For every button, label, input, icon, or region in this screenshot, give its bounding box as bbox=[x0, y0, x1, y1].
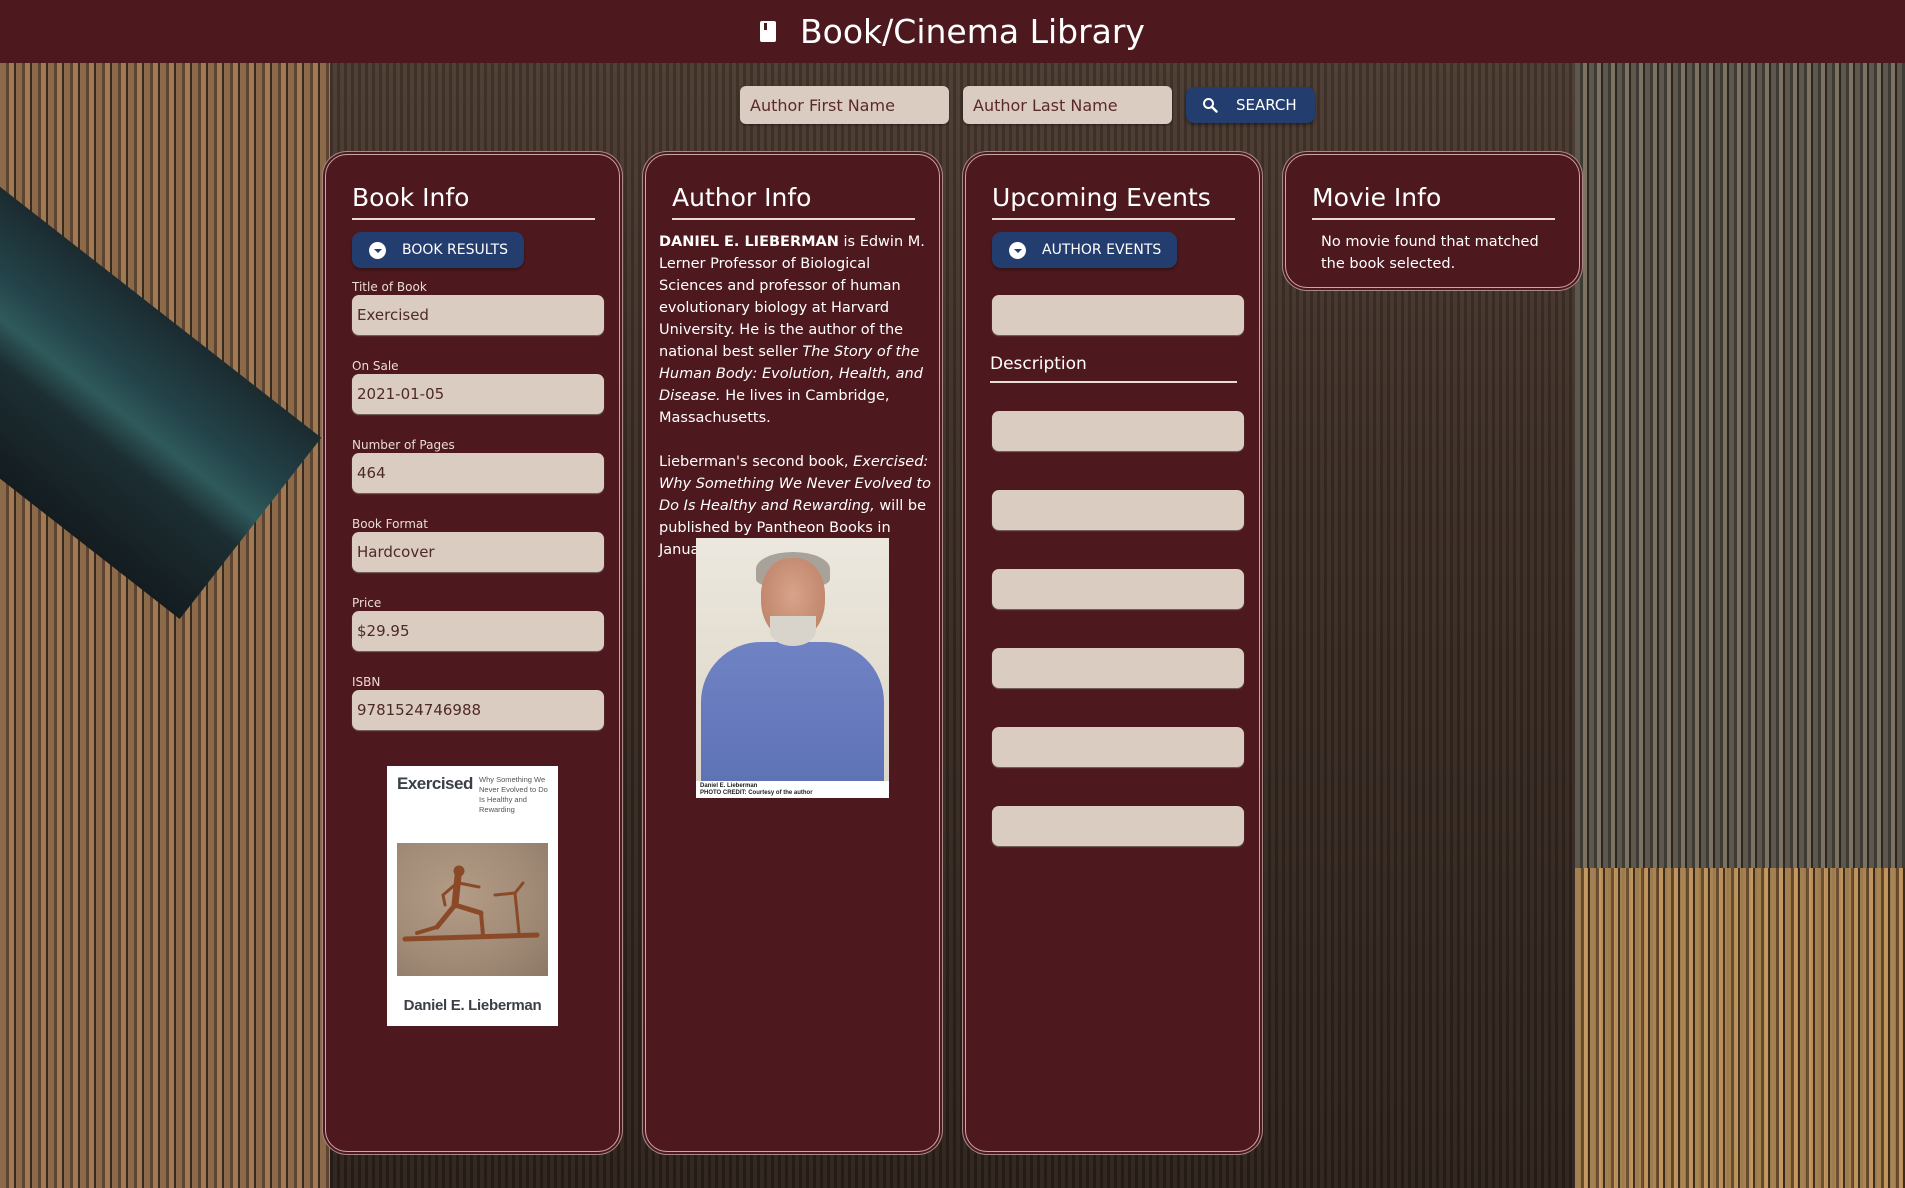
movie-not-found-message: No movie found that matched the book sel… bbox=[1321, 234, 1539, 272]
bio-paragraph-1: DANIEL E. LIEBERMAN is Edwin M. Lerner P… bbox=[659, 231, 931, 429]
description-field[interactable] bbox=[992, 411, 1244, 451]
author-last-name-input[interactable] bbox=[963, 86, 1172, 124]
format-field[interactable]: Hardcover bbox=[352, 532, 604, 572]
bio-text: is Edwin M. Lerner Professor of Biologic… bbox=[659, 234, 925, 360]
event-field[interactable] bbox=[992, 295, 1244, 335]
upcoming-events-panel: Upcoming Events AUTHOR EVENTS Descriptio… bbox=[965, 154, 1260, 1152]
author-events-label: AUTHOR EVENTS bbox=[1042, 242, 1162, 258]
title-field[interactable]: Exercised bbox=[352, 295, 604, 335]
author-events-button[interactable]: AUTHOR EVENTS bbox=[992, 232, 1178, 268]
cover-artwork bbox=[397, 843, 548, 976]
author-photo: Daniel E. Lieberman PHOTO CREDIT: Courte… bbox=[696, 538, 889, 798]
price-field[interactable]: $29.95 bbox=[352, 611, 604, 651]
field-label-on-sale: On Sale bbox=[352, 359, 399, 373]
field-label-isbn: ISBN bbox=[352, 675, 381, 689]
description-field[interactable] bbox=[992, 727, 1244, 767]
author-name: DANIEL E. LIEBERMAN bbox=[659, 234, 839, 250]
book-info-panel: Book Info BOOK RESULTS Title of Book Exe… bbox=[325, 154, 620, 1152]
photo-background bbox=[696, 538, 889, 781]
field-label-format: Book Format bbox=[352, 517, 428, 531]
field-label-price: Price bbox=[352, 596, 382, 610]
cover-subtitle: Why Something We Never Evolved to Do Is … bbox=[479, 775, 548, 814]
photo-caption-name: Daniel E. Lieberman bbox=[700, 783, 758, 789]
description-field[interactable] bbox=[992, 648, 1244, 688]
app-header: Book/Cinema Library bbox=[0, 0, 1905, 63]
search-bar: SEARCH bbox=[740, 86, 1315, 124]
photo-shirt bbox=[701, 642, 884, 781]
field-label-title: Title of Book bbox=[352, 280, 427, 294]
movie-info-title: Movie Info bbox=[1312, 183, 1555, 220]
library-background bbox=[0, 63, 1905, 1188]
on-sale-field[interactable]: 2021-01-05 bbox=[352, 374, 604, 414]
description-heading: Description bbox=[990, 354, 1237, 383]
field-label-pages: Number of Pages bbox=[352, 438, 455, 452]
description-field[interactable] bbox=[992, 806, 1244, 846]
cover-title: Exercised bbox=[397, 774, 473, 793]
events-title: Upcoming Events bbox=[992, 183, 1235, 220]
pages-field[interactable]: 464 bbox=[352, 453, 604, 493]
photo-beard bbox=[770, 616, 816, 646]
photo-caption-credit: PHOTO CREDIT: Courtesy of the author bbox=[700, 790, 813, 796]
movie-info-panel: Movie Info No movie found that matched t… bbox=[1285, 154, 1580, 288]
dropdown-circle-icon bbox=[369, 241, 386, 259]
isbn-field[interactable]: 9781524746988 bbox=[352, 690, 604, 730]
author-first-name-input[interactable] bbox=[740, 86, 949, 124]
search-button[interactable]: SEARCH bbox=[1186, 87, 1315, 123]
description-field[interactable] bbox=[992, 490, 1244, 530]
background-right-books bbox=[1575, 868, 1905, 1188]
app-title: Book/Cinema Library bbox=[800, 12, 1145, 51]
book-cover-image: Exercised Why Something We Never Evolved… bbox=[387, 766, 558, 1026]
cave-painting-runner-icon bbox=[402, 865, 540, 942]
book-icon bbox=[760, 21, 777, 42]
book-info-title: Book Info bbox=[352, 183, 595, 220]
author-bio: DANIEL E. LIEBERMAN is Edwin M. Lerner P… bbox=[659, 231, 931, 583]
search-icon bbox=[1203, 98, 1218, 113]
author-info-title: Author Info bbox=[672, 183, 915, 220]
book-results-label: BOOK RESULTS bbox=[402, 242, 509, 258]
dropdown-circle-icon bbox=[1009, 241, 1026, 259]
author-info-panel: Author Info DANIEL E. LIEBERMAN is Edwin… bbox=[645, 154, 940, 1152]
search-button-label: SEARCH bbox=[1236, 96, 1297, 114]
description-field[interactable] bbox=[992, 569, 1244, 609]
cover-author: Daniel E. Lieberman bbox=[403, 997, 542, 1014]
bio-text: Lieberman's second book, bbox=[659, 454, 854, 470]
photo-caption: Daniel E. Lieberman PHOTO CREDIT: Courte… bbox=[700, 783, 813, 797]
book-results-button[interactable]: BOOK RESULTS bbox=[352, 232, 525, 268]
